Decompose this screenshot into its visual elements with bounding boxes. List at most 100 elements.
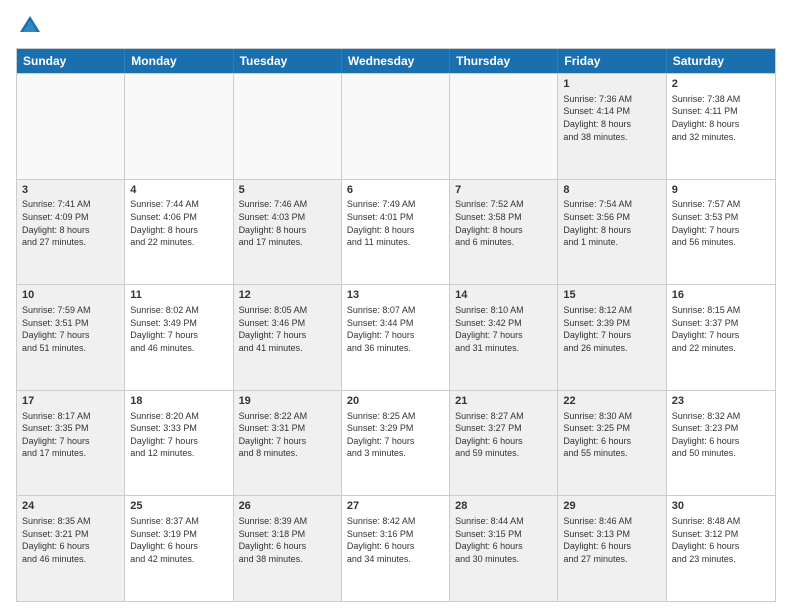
cell-info: Sunrise: 8:10 AM (455, 304, 552, 317)
day-number: 5 (239, 183, 336, 198)
cell-info: Daylight: 6 hours (22, 540, 119, 553)
cell-info: and 3 minutes. (347, 447, 444, 460)
day-number: 12 (239, 288, 336, 303)
cell-info: Daylight: 8 hours (22, 224, 119, 237)
cell-info: and 11 minutes. (347, 236, 444, 249)
cell-info: and 22 minutes. (672, 342, 770, 355)
cal-cell (342, 74, 450, 179)
cell-info: and 34 minutes. (347, 553, 444, 566)
cell-info: and 42 minutes. (130, 553, 227, 566)
cell-info: Sunrise: 8:27 AM (455, 410, 552, 423)
cell-info: and 50 minutes. (672, 447, 770, 460)
day-number: 2 (672, 77, 770, 92)
cell-info: Sunset: 3:13 PM (563, 528, 660, 541)
cell-info: Sunset: 4:01 PM (347, 211, 444, 224)
cell-info: Daylight: 7 hours (22, 435, 119, 448)
cell-info: Sunset: 3:53 PM (672, 211, 770, 224)
cal-cell: 2Sunrise: 7:38 AMSunset: 4:11 PMDaylight… (667, 74, 775, 179)
header-day-tuesday: Tuesday (234, 49, 342, 73)
cell-info: Sunrise: 7:36 AM (563, 93, 660, 106)
cell-info: Daylight: 8 hours (563, 224, 660, 237)
cal-cell: 18Sunrise: 8:20 AMSunset: 3:33 PMDayligh… (125, 391, 233, 496)
cell-info: Sunset: 3:51 PM (22, 317, 119, 330)
cell-info: Sunrise: 7:52 AM (455, 198, 552, 211)
day-number: 9 (672, 183, 770, 198)
cell-info: and 6 minutes. (455, 236, 552, 249)
cal-cell: 27Sunrise: 8:42 AMSunset: 3:16 PMDayligh… (342, 496, 450, 601)
cal-cell: 6Sunrise: 7:49 AMSunset: 4:01 PMDaylight… (342, 180, 450, 285)
cell-info: Sunrise: 7:46 AM (239, 198, 336, 211)
day-number: 28 (455, 499, 552, 514)
cell-info: Sunset: 3:27 PM (455, 422, 552, 435)
cal-cell: 26Sunrise: 8:39 AMSunset: 3:18 PMDayligh… (234, 496, 342, 601)
cell-info: Sunrise: 8:15 AM (672, 304, 770, 317)
cell-info: Sunset: 4:14 PM (563, 105, 660, 118)
cell-info: and 55 minutes. (563, 447, 660, 460)
cell-info: Daylight: 7 hours (563, 329, 660, 342)
day-number: 24 (22, 499, 119, 514)
cell-info: Sunrise: 8:46 AM (563, 515, 660, 528)
cell-info: Sunset: 3:37 PM (672, 317, 770, 330)
cal-cell: 24Sunrise: 8:35 AMSunset: 3:21 PMDayligh… (17, 496, 125, 601)
cell-info: and 56 minutes. (672, 236, 770, 249)
cal-cell: 20Sunrise: 8:25 AMSunset: 3:29 PMDayligh… (342, 391, 450, 496)
cell-info: Sunrise: 7:54 AM (563, 198, 660, 211)
cell-info: Sunset: 3:23 PM (672, 422, 770, 435)
cell-info: Sunset: 3:31 PM (239, 422, 336, 435)
cal-cell: 7Sunrise: 7:52 AMSunset: 3:58 PMDaylight… (450, 180, 558, 285)
cell-info: and 46 minutes. (22, 553, 119, 566)
cell-info: Daylight: 6 hours (455, 435, 552, 448)
day-number: 4 (130, 183, 227, 198)
cell-info: Sunset: 3:21 PM (22, 528, 119, 541)
cell-info: and 32 minutes. (672, 131, 770, 144)
header-day-monday: Monday (125, 49, 233, 73)
cell-info: and 1 minute. (563, 236, 660, 249)
cell-info: Sunrise: 8:20 AM (130, 410, 227, 423)
cell-info: Sunrise: 7:38 AM (672, 93, 770, 106)
day-number: 13 (347, 288, 444, 303)
cell-info: Daylight: 6 hours (563, 540, 660, 553)
cell-info: Daylight: 7 hours (239, 435, 336, 448)
cell-info: Sunset: 3:56 PM (563, 211, 660, 224)
cell-info: and 17 minutes. (22, 447, 119, 460)
day-number: 14 (455, 288, 552, 303)
header (16, 12, 776, 40)
cell-info: Sunset: 4:03 PM (239, 211, 336, 224)
day-number: 10 (22, 288, 119, 303)
cell-info: Sunrise: 8:02 AM (130, 304, 227, 317)
header-day-thursday: Thursday (450, 49, 558, 73)
cell-info: Sunrise: 8:25 AM (347, 410, 444, 423)
cell-info: Sunset: 4:09 PM (22, 211, 119, 224)
cell-info: Sunrise: 7:59 AM (22, 304, 119, 317)
cal-cell: 29Sunrise: 8:46 AMSunset: 3:13 PMDayligh… (558, 496, 666, 601)
cell-info: Daylight: 6 hours (455, 540, 552, 553)
cell-info: Sunrise: 7:41 AM (22, 198, 119, 211)
cell-info: and 36 minutes. (347, 342, 444, 355)
cal-cell: 22Sunrise: 8:30 AMSunset: 3:25 PMDayligh… (558, 391, 666, 496)
cell-info: and 8 minutes. (239, 447, 336, 460)
cell-info: Sunrise: 8:12 AM (563, 304, 660, 317)
calendar-header: SundayMondayTuesdayWednesdayThursdayFrid… (17, 49, 775, 73)
logo (16, 12, 48, 40)
cell-info: and 38 minutes. (239, 553, 336, 566)
cell-info: and 17 minutes. (239, 236, 336, 249)
header-day-wednesday: Wednesday (342, 49, 450, 73)
cell-info: Daylight: 7 hours (347, 435, 444, 448)
cell-info: and 31 minutes. (455, 342, 552, 355)
cell-info: Sunset: 4:06 PM (130, 211, 227, 224)
calendar-row-3: 10Sunrise: 7:59 AMSunset: 3:51 PM Dayligh… (17, 284, 775, 390)
cell-info: Daylight: 8 hours (672, 118, 770, 131)
header-day-saturday: Saturday (667, 49, 775, 73)
cell-info: Daylight: 8 hours (130, 224, 227, 237)
day-number: 30 (672, 499, 770, 514)
day-number: 20 (347, 394, 444, 409)
cell-info: Sunrise: 8:42 AM (347, 515, 444, 528)
cell-info: Sunrise: 8:37 AM (130, 515, 227, 528)
day-number: 16 (672, 288, 770, 303)
cell-info: Sunset: 3:15 PM (455, 528, 552, 541)
cell-info: Daylight: 7 hours (455, 329, 552, 342)
cell-info: Sunrise: 8:17 AM (22, 410, 119, 423)
cell-info: Sunset: 3:35 PM (22, 422, 119, 435)
cell-info: and 22 minutes. (130, 236, 227, 249)
cell-info: and 23 minutes. (672, 553, 770, 566)
